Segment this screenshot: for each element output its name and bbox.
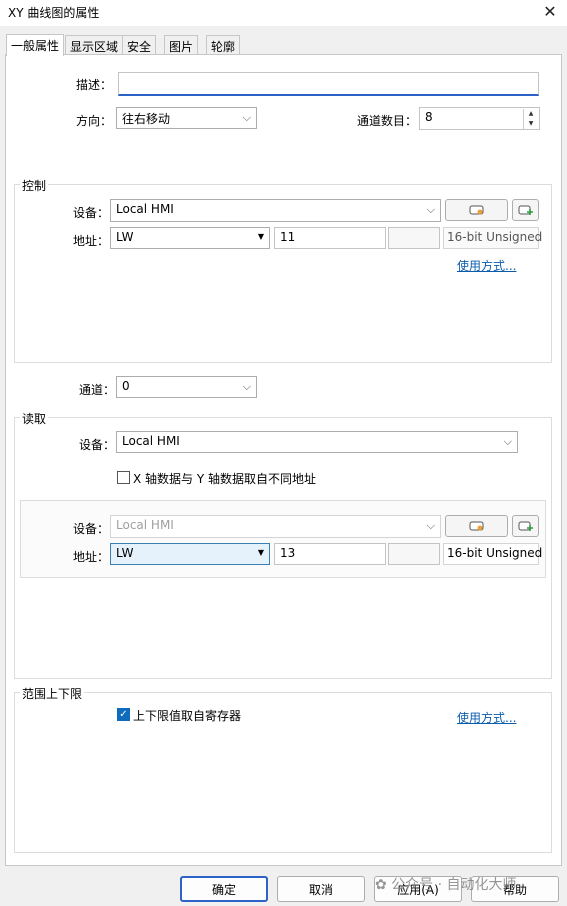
title-bar: XY 曲线图的属性 ✕ [0,0,567,26]
read-group-title: 读取 [20,410,49,427]
window-title: XY 曲线图的属性 [8,6,100,20]
control-address-input[interactable]: 11 [274,227,386,249]
xy-diff-label: X 轴数据与 Y 轴数据取自不同地址 [133,472,316,486]
wechat-icon: ✿ [375,877,387,893]
spin-arrows-icon[interactable]: ▲ ▼ [523,109,538,129]
read-address-type-value: LW [116,546,134,560]
tab-display-area[interactable]: 显示区域 [65,35,124,55]
range-from-register-label: 上下限值取自寄存器 [133,709,242,723]
add-device-icon [518,521,533,531]
channel-select[interactable]: 0 ⌵ [116,376,257,398]
ok-button[interactable]: 确定 [180,876,268,902]
tab-outline[interactable]: 轮廓 [206,35,241,55]
direction-value: 往右移动 [122,112,171,126]
direction-select[interactable]: 往右移动 ⌵ [116,107,257,129]
tab-general[interactable]: 一般属性 [6,34,65,56]
read-device-value: Local HMI [122,434,180,448]
tab-security[interactable]: 安全 [122,35,157,55]
watermark-text: 公众号 · 自动化大师 [391,877,517,893]
control-device-label: 设备： [73,206,110,220]
read-device-select[interactable]: Local HMI ⌵ [116,431,518,453]
read-address-extra-input [388,543,440,565]
read-sub-device-label: 设备： [73,522,110,536]
cancel-button[interactable]: 取消 [277,876,365,902]
control-device-value: Local HMI [116,202,174,216]
tab-picture[interactable]: 图片 [164,35,199,55]
channel-count-value: 8 [425,110,433,124]
control-group-title: 控制 [20,177,49,194]
channel-label: 通道： [79,383,116,397]
chevron-down-icon: ⌵ [426,519,435,532]
control-device-select[interactable]: Local HMI ⌵ [110,199,441,222]
read-sub-device-value: Local HMI [116,518,174,532]
device-settings-icon [469,521,483,531]
control-usage-link[interactable]: 使用方式... [457,257,516,274]
read-data-type: 16-bit Unsigned [443,543,542,565]
range-group-title: 范围上下限 [20,685,85,702]
dropdown-arrow-icon: ▼ [257,548,264,557]
read-address-type-select[interactable]: LW ▼ [110,543,270,565]
device-settings-icon [469,205,483,215]
control-address-type-value: LW [116,230,134,244]
channel-count-stepper[interactable]: 8 ▲ ▼ [419,107,540,130]
direction-label: 方向： [76,114,113,128]
xy-diff-checkbox[interactable] [117,471,130,484]
control-address-type-select[interactable]: LW ▼ [110,227,270,249]
watermark: ✿ 公众号 · 自动化大师 [375,874,517,894]
range-usage-link[interactable]: 使用方式... [457,709,516,726]
range-from-register-checkbox[interactable]: ✓ [117,708,130,721]
chevron-down-icon: ⌵ [242,111,251,124]
description-input[interactable] [118,72,539,96]
device-settings-button[interactable] [445,199,508,221]
channel-count-label: 通道数目： [357,114,418,128]
add-device-button[interactable] [512,199,539,221]
chevron-down-icon: ⌵ [503,435,512,448]
read-sub-device-select: Local HMI ⌵ [110,515,441,538]
read-device-label: 设备： [79,438,116,452]
chevron-down-icon: ⌵ [426,203,435,216]
read-add-device-button[interactable] [512,515,539,537]
add-device-icon [518,205,533,215]
control-data-type: 16-bit Unsigned [443,227,542,249]
read-address-input[interactable]: 13 [274,543,386,565]
channel-value: 0 [122,379,130,393]
read-address-label: 地址： [73,550,110,564]
close-icon[interactable]: ✕ [536,0,564,22]
chevron-down-icon: ⌵ [242,380,251,393]
control-address-label: 地址： [73,234,110,248]
control-address-extra-input [388,227,440,249]
dropdown-arrow-icon: ▼ [257,232,264,241]
read-address-subgroup [20,500,546,578]
description-label: 描述： [76,78,113,92]
read-device-settings-button[interactable] [445,515,508,537]
